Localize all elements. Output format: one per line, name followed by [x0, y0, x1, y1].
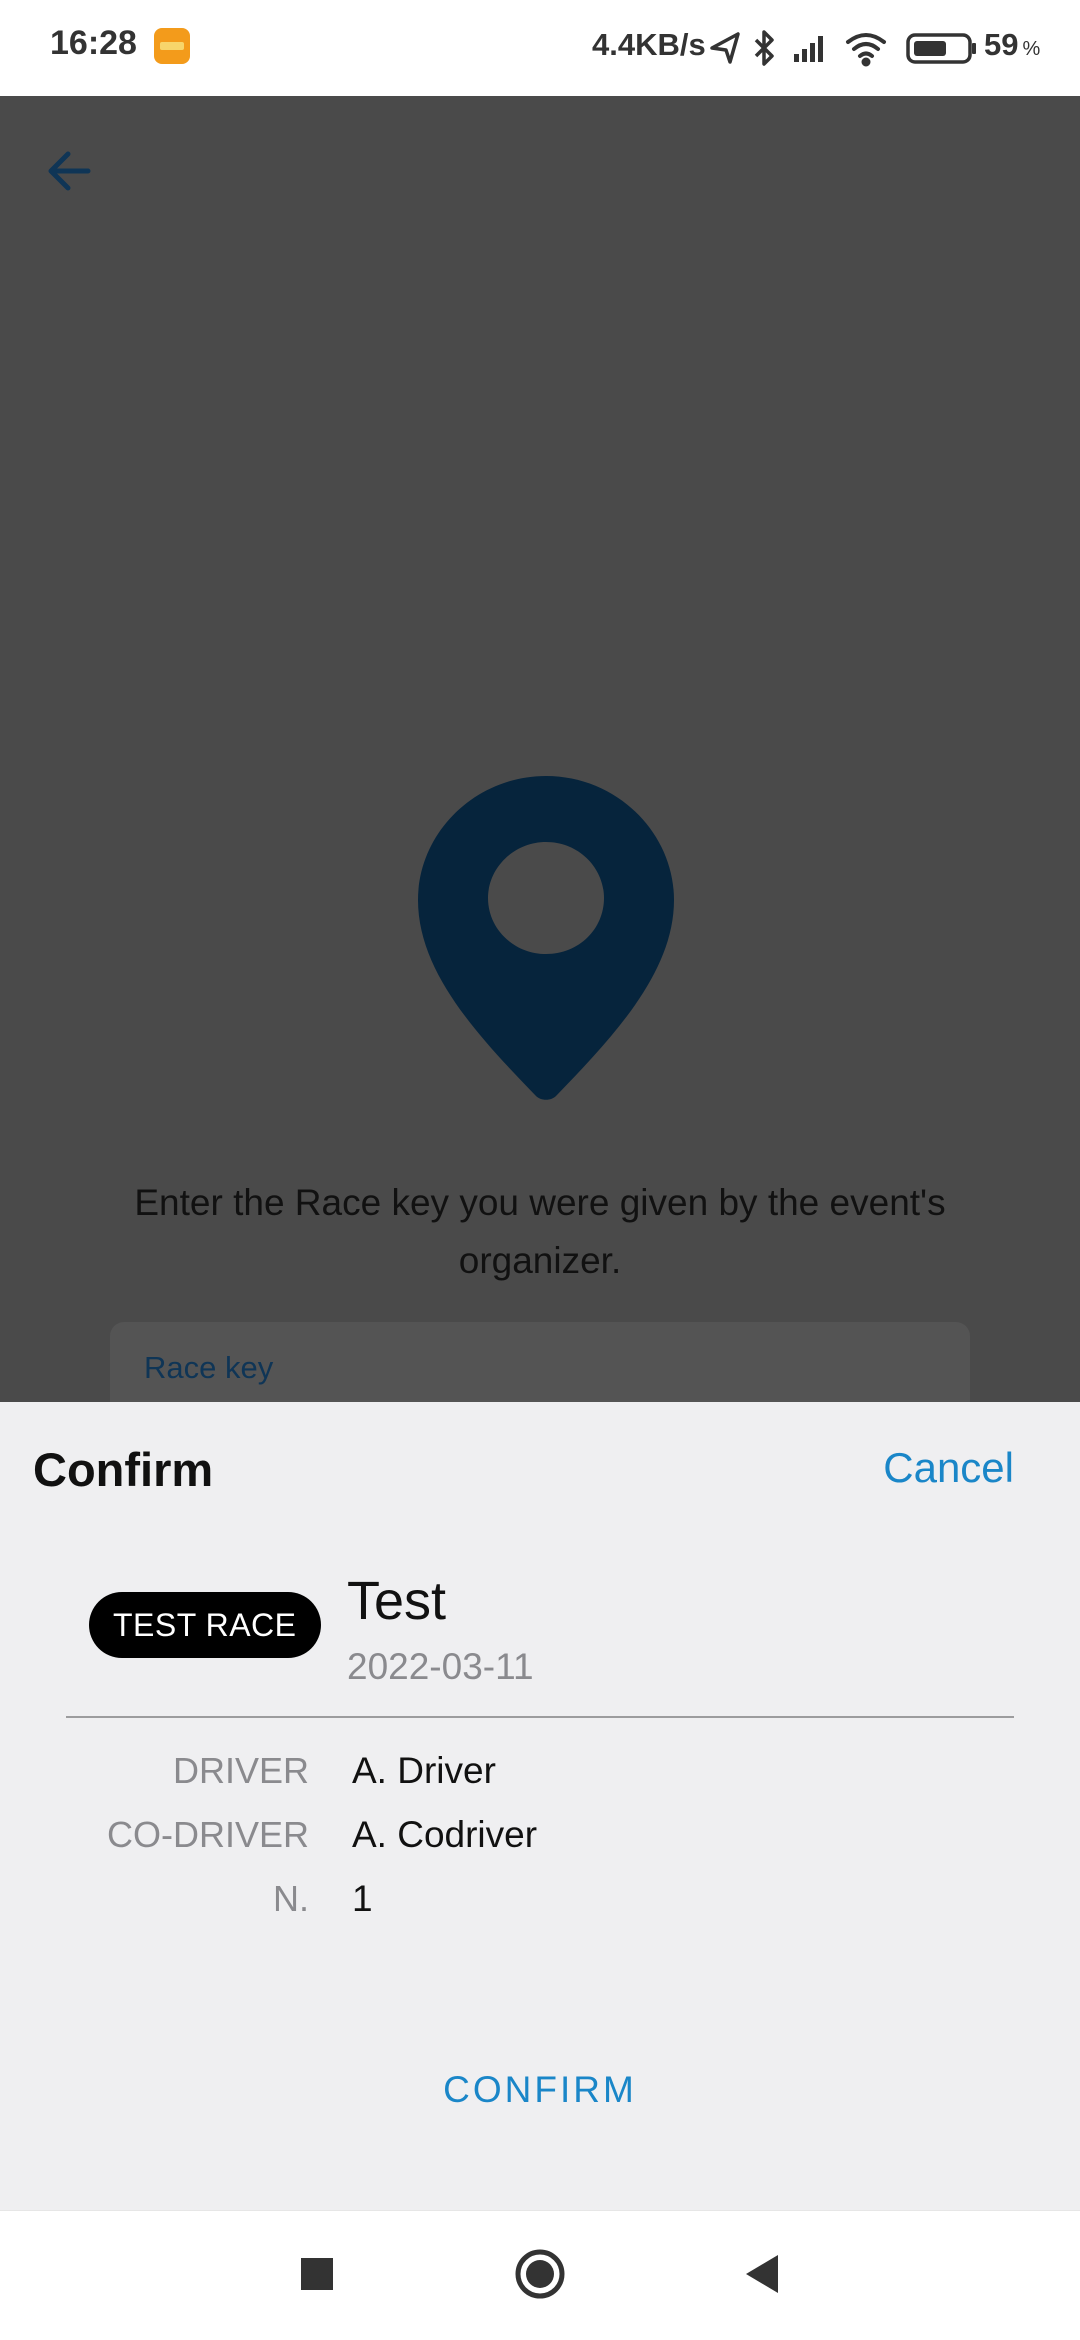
cancel-button[interactable]: Cancel [883, 1444, 1014, 1492]
signal-icon [794, 36, 823, 62]
map-pin-icon [418, 776, 674, 1100]
confirm-sheet: Confirm Cancel TEST RACE Test 2022-03-11… [0, 1402, 1080, 2210]
network-speed: 4.4KB/s [592, 27, 706, 62]
number-label: N. [273, 1878, 309, 1919]
race-key-label: Race key [144, 1350, 274, 1385]
confirm-button[interactable]: CONFIRM [340, 2050, 740, 2130]
race-type-badge: TEST RACE [89, 1592, 321, 1658]
driver-label: DRIVER [172, 1750, 309, 1791]
driver-row: DRIVER A. Driver [0, 1750, 1080, 1810]
back-arrow-icon[interactable] [36, 136, 106, 206]
recents-square-icon[interactable] [282, 2239, 352, 2309]
race-name: Test [347, 1571, 447, 1631]
number-value: 1 [352, 1878, 373, 1919]
location-icon [710, 32, 740, 64]
background-page: Enter the Race key you were given by the… [0, 96, 1080, 1462]
back-triangle-icon[interactable] [728, 2239, 798, 2309]
divider [66, 1716, 1014, 1718]
status-icons [710, 30, 976, 67]
status-time: 16:28 [50, 24, 137, 62]
screen: 16:28 4.4KB/s 59 % Enter the Race key yo… [0, 0, 1080, 2340]
app-notification-icon [154, 28, 190, 64]
bluetooth-icon [754, 30, 774, 66]
race-date: 2022-03-11 [347, 1646, 534, 1687]
battery-level: 59 [984, 27, 1019, 62]
sheet-title: Confirm [33, 1443, 214, 1496]
navigation-bar [0, 2210, 1080, 2340]
race-key-instruction: Enter the Race key you were given by the… [134, 1182, 946, 1281]
driver-value: A. Driver [352, 1750, 496, 1791]
codriver-value: A. Codriver [352, 1814, 538, 1855]
status-bar: 16:28 4.4KB/s 59 % [0, 0, 1080, 96]
battery-unit: % [1022, 38, 1041, 60]
wifi-icon [846, 33, 886, 67]
battery-percent: 59% [984, 27, 1040, 63]
battery-icon [906, 33, 976, 64]
number-row: N. 1 [0, 1878, 1080, 1938]
home-circle-icon[interactable] [505, 2239, 575, 2309]
codriver-label: CO-DRIVER [106, 1814, 309, 1855]
codriver-row: CO-DRIVER A. Codriver [0, 1814, 1080, 1874]
